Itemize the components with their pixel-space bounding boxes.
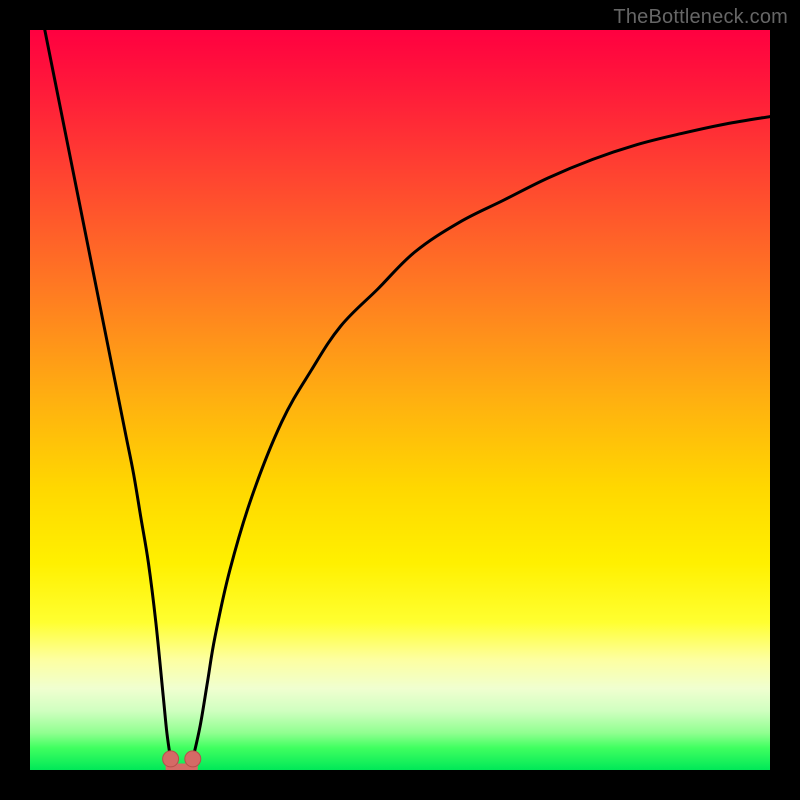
min-marker-left [163, 751, 179, 767]
plot-area [30, 30, 770, 770]
min-marker-right [185, 751, 201, 767]
chart-frame: TheBottleneck.com [0, 0, 800, 800]
curve-right-branch [193, 117, 770, 759]
bottleneck-curve [30, 30, 770, 770]
attribution-watermark: TheBottleneck.com [613, 6, 788, 29]
curve-left-branch [45, 30, 171, 759]
